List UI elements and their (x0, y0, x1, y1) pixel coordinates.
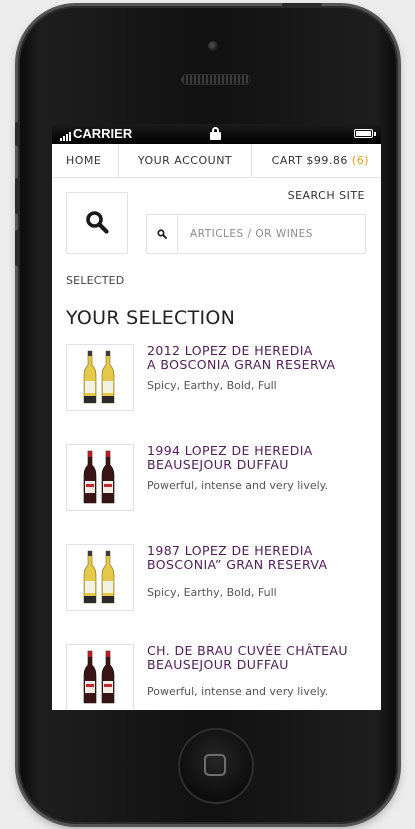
search-site-title: SEARCH SITE (287, 189, 365, 202)
nav-home-link[interactable]: HOME (52, 144, 119, 177)
search-toggle-button[interactable] (66, 192, 128, 254)
earpiece-speaker (182, 75, 250, 84)
product-thumbnail (66, 644, 134, 710)
search-icon (86, 211, 109, 234)
product-name-line2: A BOSCONIA GRAN RESERVA (147, 356, 336, 372)
home-button[interactable] (180, 730, 252, 802)
nav-account-link[interactable]: YOUR ACCOUNT (119, 144, 252, 177)
search-input[interactable] (178, 227, 362, 241)
product-item[interactable]: 2012 LOPEZ DE HEREDIA A BOSCONIA GRAN RE… (66, 344, 371, 414)
phone-screen: CARRIER HOME YOUR ACCOUNT CART $99.86 (6… (52, 124, 381, 710)
red-wine-bottles-icon (83, 650, 115, 704)
volume-down-button (15, 230, 19, 266)
small-search-icon (157, 229, 167, 239)
sleep-button (282, 3, 322, 7)
product-name-line1: 2012 LOPEZ DE HEREDIA (147, 343, 313, 358)
signal-bars-icon (60, 129, 71, 141)
product-name-line2: BEAUSEJOUR DUFFAU (147, 656, 289, 672)
carrier-indicator: CARRIER (60, 126, 132, 141)
product-name-line1: CH. DE BRAU CUVÉE CHÂTEAU (147, 643, 348, 658)
white-wine-bottles-icon (83, 350, 115, 404)
carrier-label: CARRIER (73, 126, 133, 141)
product-item[interactable]: CH. DE BRAU CUVÉE CHÂTEAU BEAUSEJOUR DUF… (66, 644, 371, 710)
product-thumbnail (66, 444, 134, 511)
product-name-line2: BOSCONIA” GRAN RESERVA (147, 556, 328, 572)
search-submit-button[interactable] (147, 215, 178, 253)
product-description: Spicy, Earthy, Bold, Full (147, 586, 277, 599)
product-description: Powerful, intense and very lively. (147, 479, 329, 492)
nav-home-label: HOME (66, 154, 102, 167)
product-name: 2012 LOPEZ DE HEREDIA A BOSCONIA GRAN RE… (147, 344, 371, 371)
lock-icon (210, 127, 221, 140)
product-description: Spicy, Earthy, Bold, Full (147, 379, 277, 392)
search-field (146, 214, 366, 254)
cart-count-badge: (6) (351, 154, 369, 167)
nav-account-label: YOUR ACCOUNT (137, 154, 233, 167)
product-item[interactable]: 1987 LOPEZ DE HEREDIA BOSCONIA” GRAN RES… (66, 544, 371, 614)
cart-total: CART $99.86 (271, 154, 348, 167)
home-square-icon (204, 754, 226, 776)
product-name: 1987 LOPEZ DE HEREDIA BOSCONIA” GRAN RES… (147, 544, 371, 571)
nav-cart-link[interactable]: CART $99.86 (6) (252, 144, 381, 177)
volume-up-button (15, 178, 19, 214)
section-title: YOUR SELECTION (66, 307, 236, 329)
product-name: 1994 LOPEZ DE HEREDIA BEAUSEJOUR DUFFAU (147, 444, 371, 471)
mute-switch (15, 122, 19, 146)
product-name-line2: BEAUSEJOUR DUFFAU (147, 456, 289, 472)
product-thumbnail (66, 344, 134, 411)
white-wine-bottles-icon (83, 550, 115, 604)
search-area: SEARCH SITE (52, 178, 381, 254)
product-thumbnail (66, 544, 134, 611)
product-name: CH. DE BRAU CUVÉE CHÂTEAU BEAUSEJOUR DUF… (147, 644, 371, 671)
product-name-line1: 1994 LOPEZ DE HEREDIA (147, 443, 313, 458)
front-camera (208, 41, 218, 51)
top-nav: HOME YOUR ACCOUNT CART $99.86 (6) (52, 144, 381, 178)
product-name-line1: 1987 LOPEZ DE HEREDIA (147, 543, 313, 558)
selected-label: SELECTED (66, 274, 125, 287)
battery-icon (354, 129, 376, 138)
status-bar: CARRIER (52, 124, 381, 144)
red-wine-bottles-icon (83, 450, 115, 504)
product-description: Powerful, intense and very lively. (147, 685, 329, 698)
product-item[interactable]: 1994 LOPEZ DE HEREDIA BEAUSEJOUR DUFFAU … (66, 444, 371, 514)
